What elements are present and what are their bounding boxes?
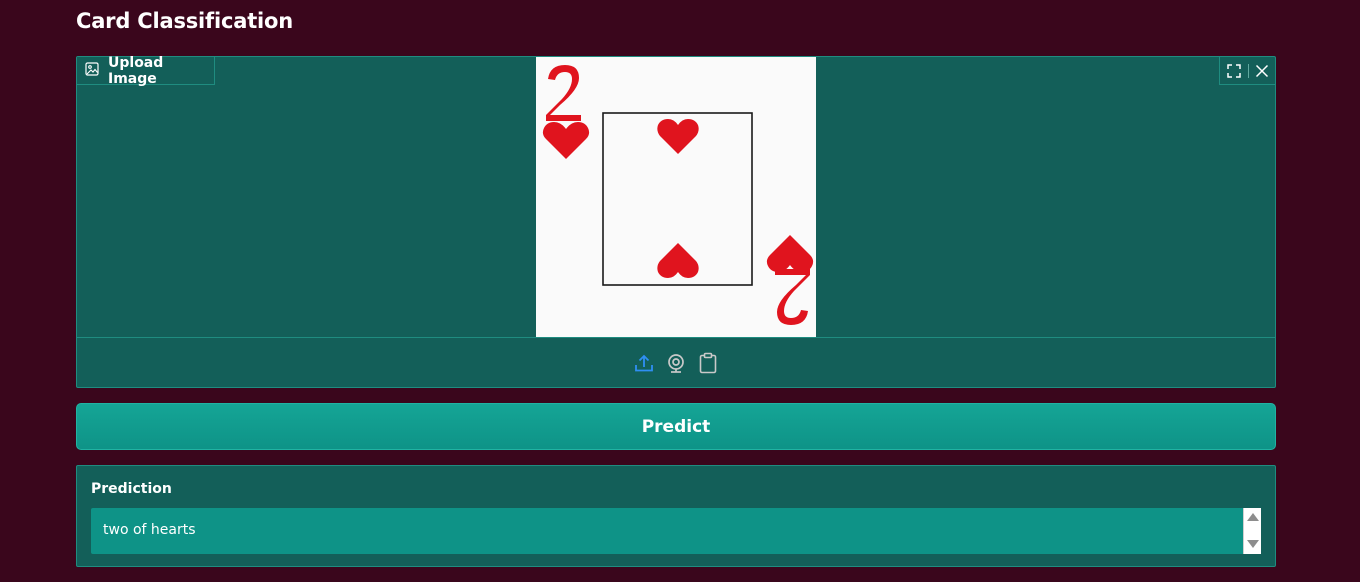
uploaded-card-image xyxy=(536,57,816,337)
prediction-output[interactable]: two of hearts xyxy=(91,508,1261,554)
image-icon xyxy=(85,61,99,80)
page-title: Card Classification xyxy=(76,9,294,33)
prediction-value: two of hearts xyxy=(103,522,196,538)
clipboard-icon[interactable] xyxy=(697,351,719,375)
predict-button[interactable]: Predict xyxy=(76,403,1276,450)
prediction-scrollbar[interactable] xyxy=(1243,508,1261,554)
scroll-up-arrow-icon[interactable] xyxy=(1247,513,1259,521)
image-corner-tools xyxy=(1219,57,1275,85)
upload-image-label: Upload Image xyxy=(77,54,215,87)
image-upload-panel[interactable]: Upload Image xyxy=(76,54,1276,388)
prediction-panel: Prediction two of hearts xyxy=(76,465,1276,567)
image-source-bar xyxy=(77,337,1275,387)
upload-icon[interactable] xyxy=(633,351,655,375)
webcam-icon[interactable] xyxy=(665,351,687,375)
app-root: Card Classification Upload Image Predict… xyxy=(0,0,1360,582)
prediction-label: Prediction xyxy=(91,481,172,497)
fullscreen-icon[interactable] xyxy=(1226,63,1242,79)
scroll-down-arrow-icon[interactable] xyxy=(1247,540,1259,548)
tool-separator xyxy=(1248,63,1249,78)
upload-image-label-text: Upload Image xyxy=(108,54,164,87)
close-icon[interactable] xyxy=(1255,64,1269,78)
